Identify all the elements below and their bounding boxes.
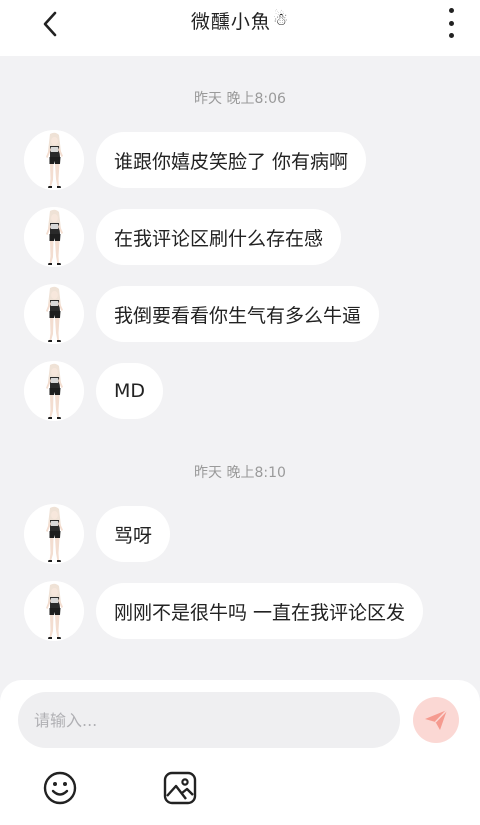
avatar[interactable] <box>24 130 84 190</box>
chat-title: 微醺小魚 ☃ <box>191 7 289 34</box>
message-row: 刚刚不是很牛吗 一直在我评论区发 <box>24 581 424 641</box>
top-bar: 微醺小魚 ☃ <box>0 0 480 56</box>
timestamp: 昨天 晚上8:10 <box>194 465 286 481</box>
send-button[interactable] <box>413 697 459 743</box>
chevron-left-icon <box>43 11 57 37</box>
message-bubble[interactable]: 骂呀 <box>96 506 171 562</box>
message-bubble[interactable]: 刚刚不是很牛吗 一直在我评论区发 <box>96 583 424 639</box>
avatar[interactable] <box>24 504 84 564</box>
snowman-emoji-icon: ☃ <box>272 9 290 30</box>
message-row: 谁跟你嬉皮笑脸了 你有病啊 <box>24 130 367 190</box>
message-row: 骂呀 <box>24 504 171 564</box>
message-row: MD <box>24 361 164 421</box>
avatar[interactable] <box>24 284 84 344</box>
message-input[interactable] <box>18 692 400 748</box>
timestamp: 昨天 晚上8:06 <box>194 91 286 107</box>
chat-title-text: 微醺小魚 <box>190 10 271 33</box>
message-bubble[interactable]: 在我评论区刷什么存在感 <box>96 209 342 265</box>
message-bubble[interactable]: 谁跟你嬉皮笑脸了 你有病啊 <box>96 132 367 188</box>
message-row: 在我评论区刷什么存在感 <box>24 207 342 267</box>
avatar[interactable] <box>24 361 84 421</box>
avatar[interactable] <box>24 581 84 641</box>
more-dot <box>448 20 454 26</box>
message-row: 我倒要看看你生气有多么牛逼 <box>24 284 380 344</box>
more-dot <box>448 33 454 38</box>
emoji-button[interactable] <box>42 770 78 806</box>
image-icon <box>163 771 197 805</box>
more-dot <box>448 8 454 13</box>
message-bubble[interactable]: MD <box>96 363 164 419</box>
avatar[interactable] <box>24 207 84 267</box>
paper-plane-icon <box>425 709 448 730</box>
back-button[interactable] <box>36 10 64 38</box>
composer-panel <box>0 680 480 825</box>
message-bubble[interactable]: 我倒要看看你生气有多么牛逼 <box>96 286 380 342</box>
emoji-icon <box>43 771 77 805</box>
more-options-button[interactable] <box>444 8 458 38</box>
image-button[interactable] <box>162 770 198 806</box>
